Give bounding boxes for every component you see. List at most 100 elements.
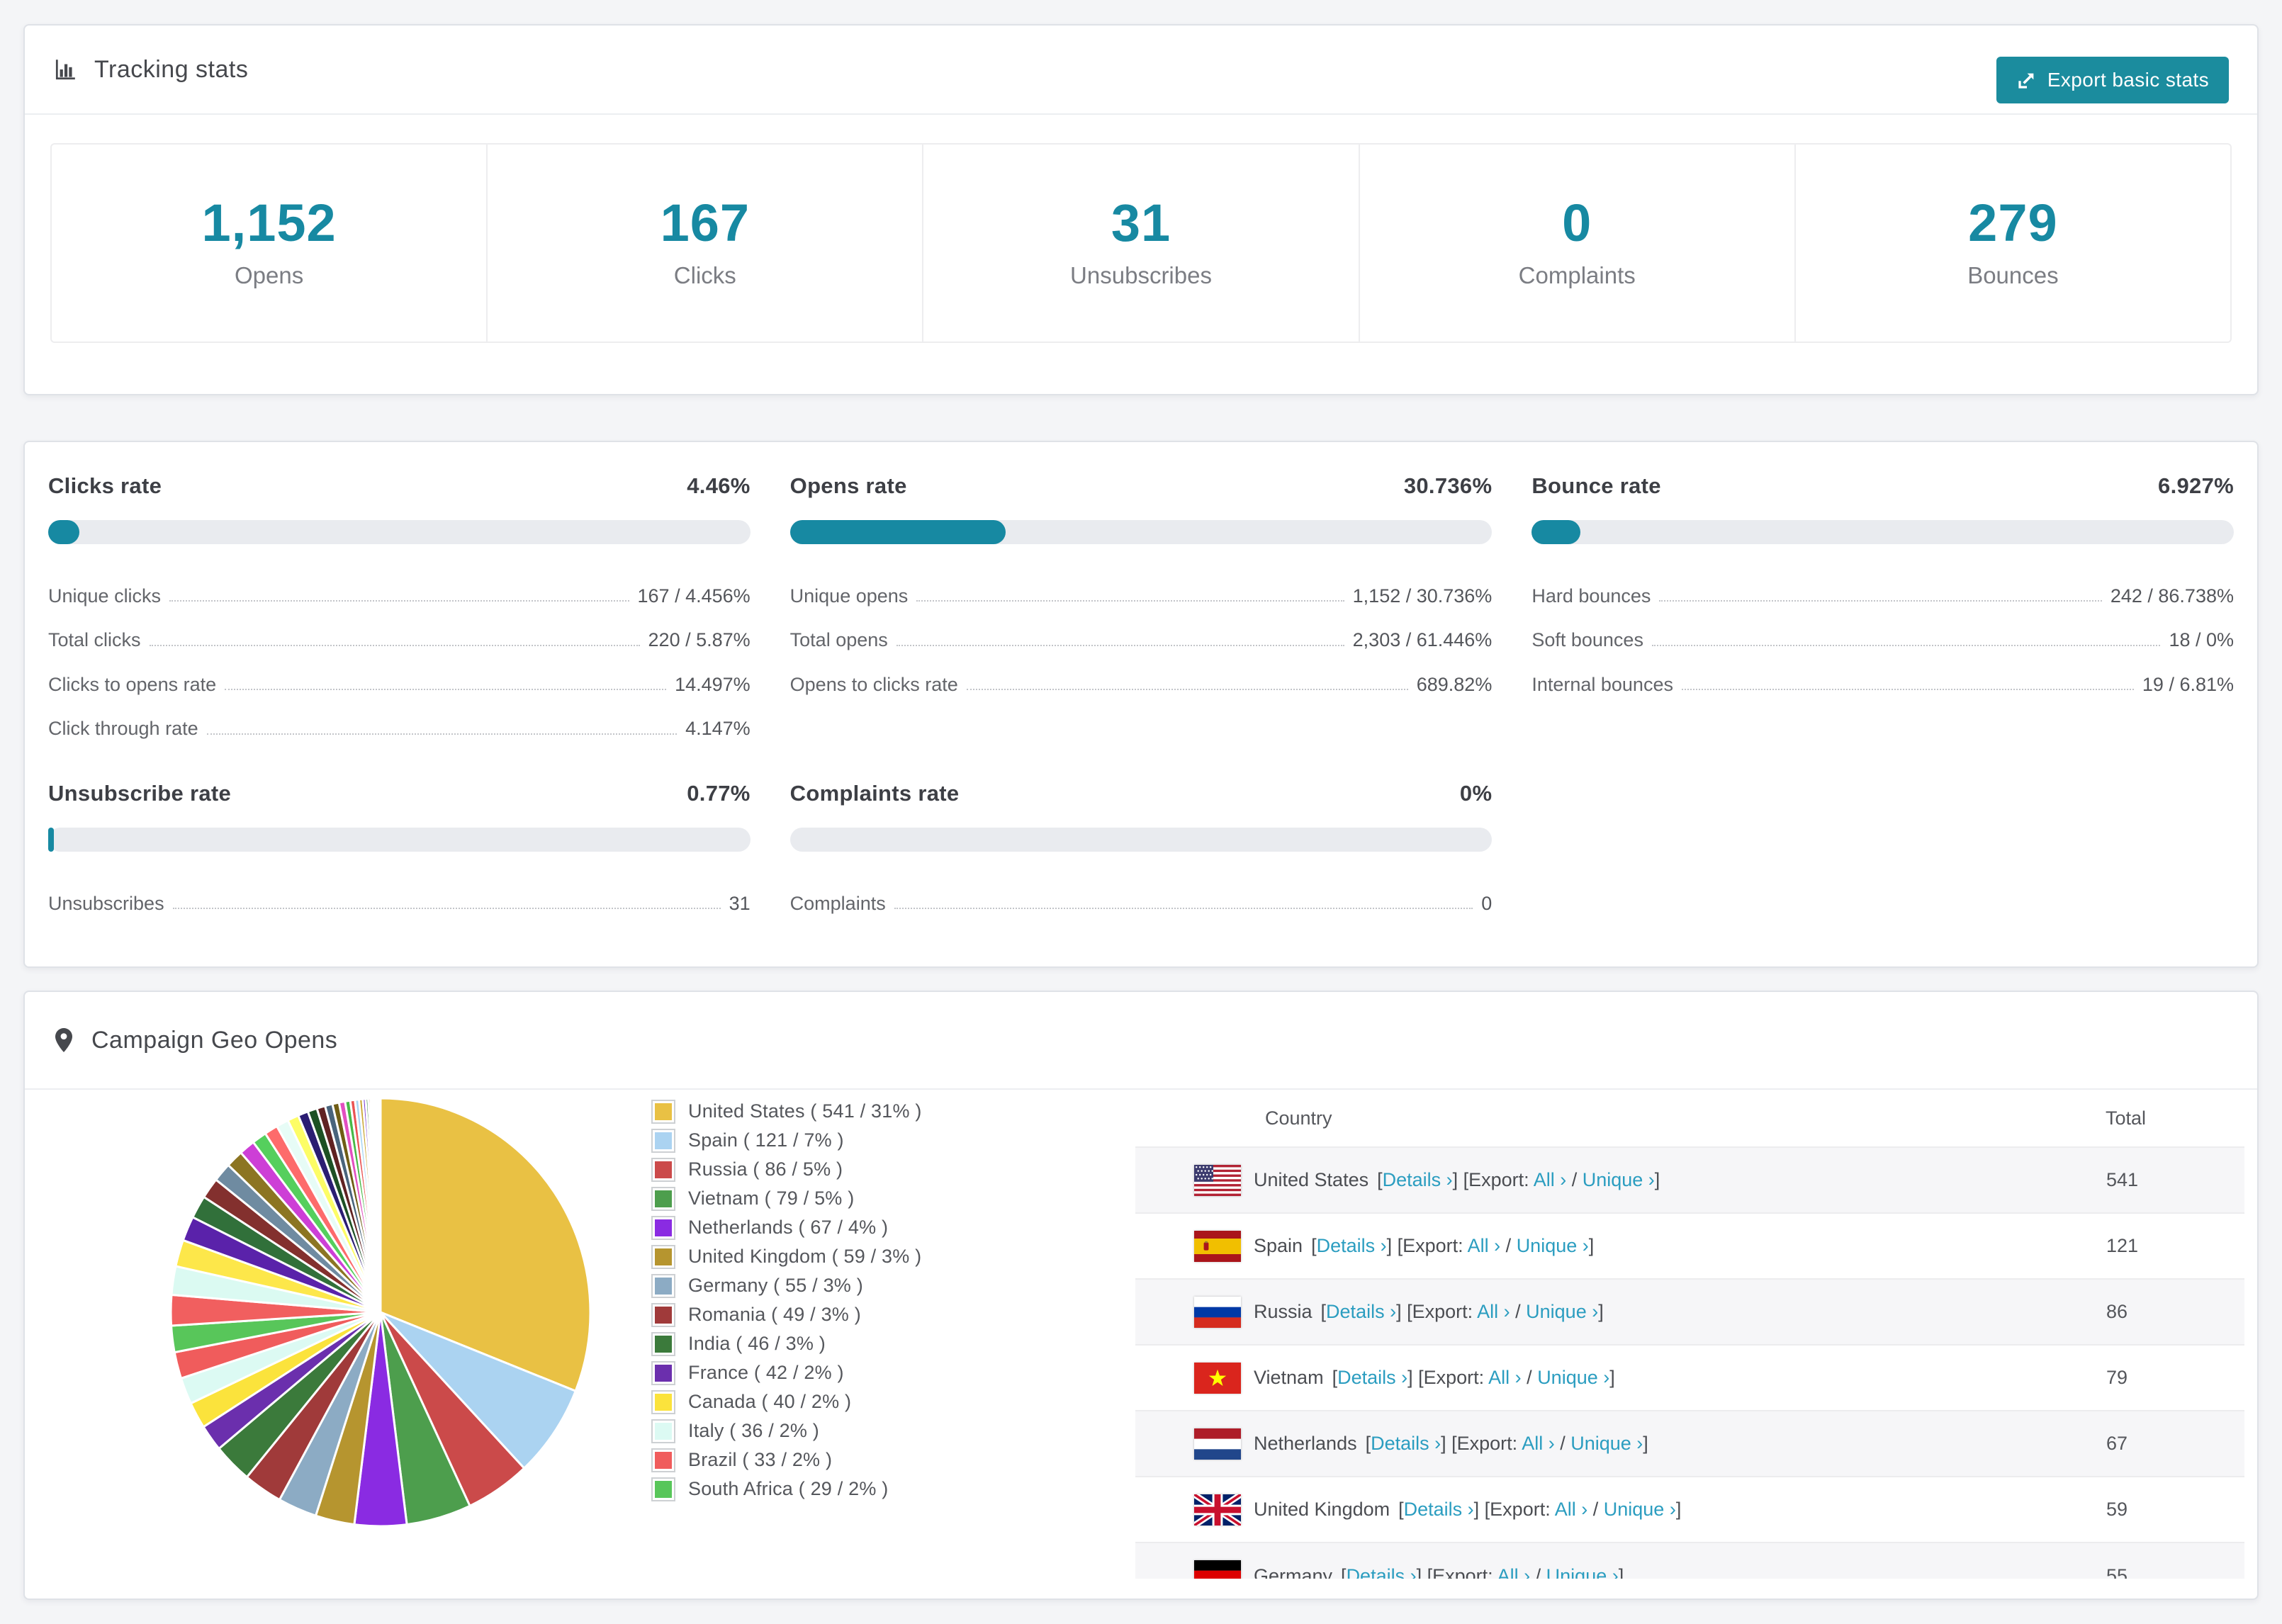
progress-bar-track: [789, 520, 1493, 544]
rate-stat-label: Soft bounces: [1531, 629, 1643, 651]
export-all-link[interactable]: All ›: [1468, 1235, 1501, 1256]
export-all-link[interactable]: All ›: [1488, 1367, 1522, 1388]
geo-table-row: Spain [Details ›] [Export: All › / Uniqu…: [1135, 1213, 2244, 1279]
rate-stat-value: 0: [1481, 892, 1493, 914]
rate-section: Bounce rate 6.927% Hard bounces 242 / 86…: [1531, 473, 2234, 751]
rate-title: Bounce rate: [1531, 473, 1661, 498]
stat-box: 31 Unsubscribes: [923, 145, 1360, 342]
export-unique-link[interactable]: Unique ›: [1526, 1301, 1598, 1322]
details-link[interactable]: Details ›: [1337, 1367, 1407, 1388]
legend-swatch: [651, 1244, 675, 1269]
legend-item: Spain ( 121 / 7% ): [651, 1126, 922, 1155]
legend-item: Canada ( 40 / 2% ): [651, 1387, 922, 1416]
export-unique-link[interactable]: Unique ›: [1570, 1433, 1643, 1454]
legend-item: Vietnam ( 79 / 5% ): [651, 1184, 922, 1213]
details-link[interactable]: Details ›: [1371, 1433, 1441, 1454]
geo-table-wrap: Country Total United States [Details ›] …: [1135, 1090, 2244, 1579]
progress-bar-fill: [789, 520, 1006, 544]
stat-value: 279: [1968, 193, 2058, 252]
export-unique-link[interactable]: Unique ›: [1583, 1169, 1655, 1190]
country-links: [Details ›] [Export: All › / Unique ›]: [1365, 1433, 1648, 1454]
rate-stat-value: 14.497%: [675, 673, 751, 695]
legend-label: South Africa ( 29 / 2% ): [688, 1478, 889, 1499]
country-links: [Details ›] [Export: All › / Unique ›]: [1377, 1169, 1660, 1190]
geo-table-row: United Kingdom [Details ›] [Export: All …: [1135, 1477, 2244, 1543]
rate-section: Unsubscribe rate 0.77% Unsubscribes 31: [48, 781, 751, 925]
country-total: 79: [2106, 1367, 2128, 1388]
dotted-leader: [172, 907, 721, 909]
country-total: 86: [2106, 1301, 2128, 1322]
legend-item: Brazil ( 33 / 2% ): [651, 1445, 922, 1474]
flag-es-icon: [1194, 1230, 1241, 1262]
export-unique-link[interactable]: Unique ›: [1546, 1565, 1619, 1579]
map-pin-icon: [53, 1027, 74, 1054]
rate-stat-row: Internal bounces 19 / 6.81%: [1531, 662, 2234, 706]
geo-opens-pie-chart: [169, 1097, 592, 1528]
export-basic-stats-button[interactable]: Export basic stats: [1996, 57, 2229, 103]
rate-value: 6.927%: [2158, 473, 2234, 498]
rate-stat-label: Total opens: [789, 629, 888, 651]
legend-swatch: [651, 1477, 675, 1501]
rate-stat-label: Unsubscribes: [48, 892, 164, 914]
details-link[interactable]: Details ›: [1317, 1235, 1387, 1256]
flag-gb-icon: [1194, 1494, 1241, 1526]
legend-label: Germany ( 55 / 3% ): [688, 1275, 863, 1296]
export-all-link[interactable]: All ›: [1522, 1433, 1555, 1454]
legend-label: Canada ( 40 / 2% ): [688, 1391, 852, 1412]
export-icon: [2016, 69, 2038, 91]
stat-box: 279 Bounces: [1796, 145, 2230, 342]
details-link[interactable]: Details ›: [1326, 1301, 1396, 1322]
rate-stat-row: Unique opens 1,152 / 30.736%: [790, 574, 1493, 618]
progress-bar-track: [48, 827, 751, 852]
legend-label: Vietnam ( 79 / 5% ): [688, 1188, 855, 1209]
export-all-link[interactable]: All ›: [1477, 1301, 1510, 1322]
country-links: [Details ›] [Export: All › / Unique ›]: [1311, 1235, 1595, 1256]
rate-stat-row: Unique clicks 167 / 4.456%: [48, 574, 751, 618]
export-unique-link[interactable]: Unique ›: [1604, 1499, 1676, 1520]
export-unique-link[interactable]: Unique ›: [1517, 1235, 1589, 1256]
country-links: [Details ›] [Export: All › / Unique ›]: [1320, 1301, 1604, 1322]
stat-label: Unsubscribes: [1070, 262, 1212, 288]
flag-us-icon: [1194, 1164, 1241, 1196]
dotted-leader: [894, 907, 1473, 909]
details-link[interactable]: Details ›: [1404, 1499, 1474, 1520]
export-button-label: Export basic stats: [2047, 69, 2209, 91]
legend-swatch: [651, 1273, 675, 1298]
export-all-link[interactable]: All ›: [1534, 1169, 1567, 1190]
country-links: [Details ›] [Export: All › / Unique ›]: [1332, 1367, 1615, 1388]
stat-value: 167: [660, 193, 751, 252]
details-link[interactable]: Details ›: [1383, 1169, 1453, 1190]
rate-stat-row: Soft bounces 18 / 0%: [1531, 618, 2234, 662]
tracking-stats-card: Tracking stats Export basic stats 1,152 …: [23, 24, 2259, 395]
stat-value: 31: [1111, 193, 1171, 252]
dotted-leader: [225, 689, 667, 691]
export-all-link[interactable]: All ›: [1555, 1499, 1588, 1520]
country-total: 541: [2106, 1169, 2139, 1190]
export-unique-link[interactable]: Unique ›: [1537, 1367, 1609, 1388]
legend-swatch: [651, 1448, 675, 1472]
tracking-card-header: Tracking stats Export basic stats: [25, 26, 2257, 115]
legend-label: United Kingdom ( 59 / 3% ): [688, 1246, 922, 1267]
stats-summary-row: 1,152 Opens 167 Clicks 31 Unsubscribes 0…: [50, 143, 2232, 343]
legend-label: Brazil ( 33 / 2% ): [688, 1449, 833, 1470]
dotted-leader: [206, 733, 678, 735]
dotted-leader: [896, 644, 1344, 646]
legend-swatch: [651, 1215, 675, 1240]
country-total: 121: [2106, 1235, 2139, 1256]
legend-swatch: [651, 1186, 675, 1211]
legend-item: India ( 46 / 3% ): [651, 1329, 922, 1358]
details-link[interactable]: Details ›: [1347, 1565, 1417, 1579]
legend-label: Romania ( 49 / 3% ): [688, 1304, 861, 1325]
export-all-link[interactable]: All ›: [1497, 1565, 1531, 1579]
geo-card-body: United States ( 541 / 31% ) Spain ( 121 …: [25, 1090, 2257, 1598]
geo-table-row: Netherlands [Details ›] [Export: All › /…: [1135, 1411, 2244, 1477]
country-links: [Details ›] [Export: All › / Unique ›]: [1341, 1565, 1624, 1579]
stat-label: Clicks: [673, 262, 736, 288]
legend-swatch: [651, 1302, 675, 1327]
rate-stat-row: Click through rate 4.147%: [48, 706, 751, 750]
country-name: United States: [1254, 1169, 1369, 1190]
legend-item: Russia ( 86 / 5% ): [651, 1155, 922, 1184]
geo-table-row: Vietnam [Details ›] [Export: All › / Uni…: [1135, 1345, 2244, 1411]
rate-stat-value: 220 / 5.87%: [648, 629, 751, 651]
stat-label: Opens: [234, 262, 304, 288]
